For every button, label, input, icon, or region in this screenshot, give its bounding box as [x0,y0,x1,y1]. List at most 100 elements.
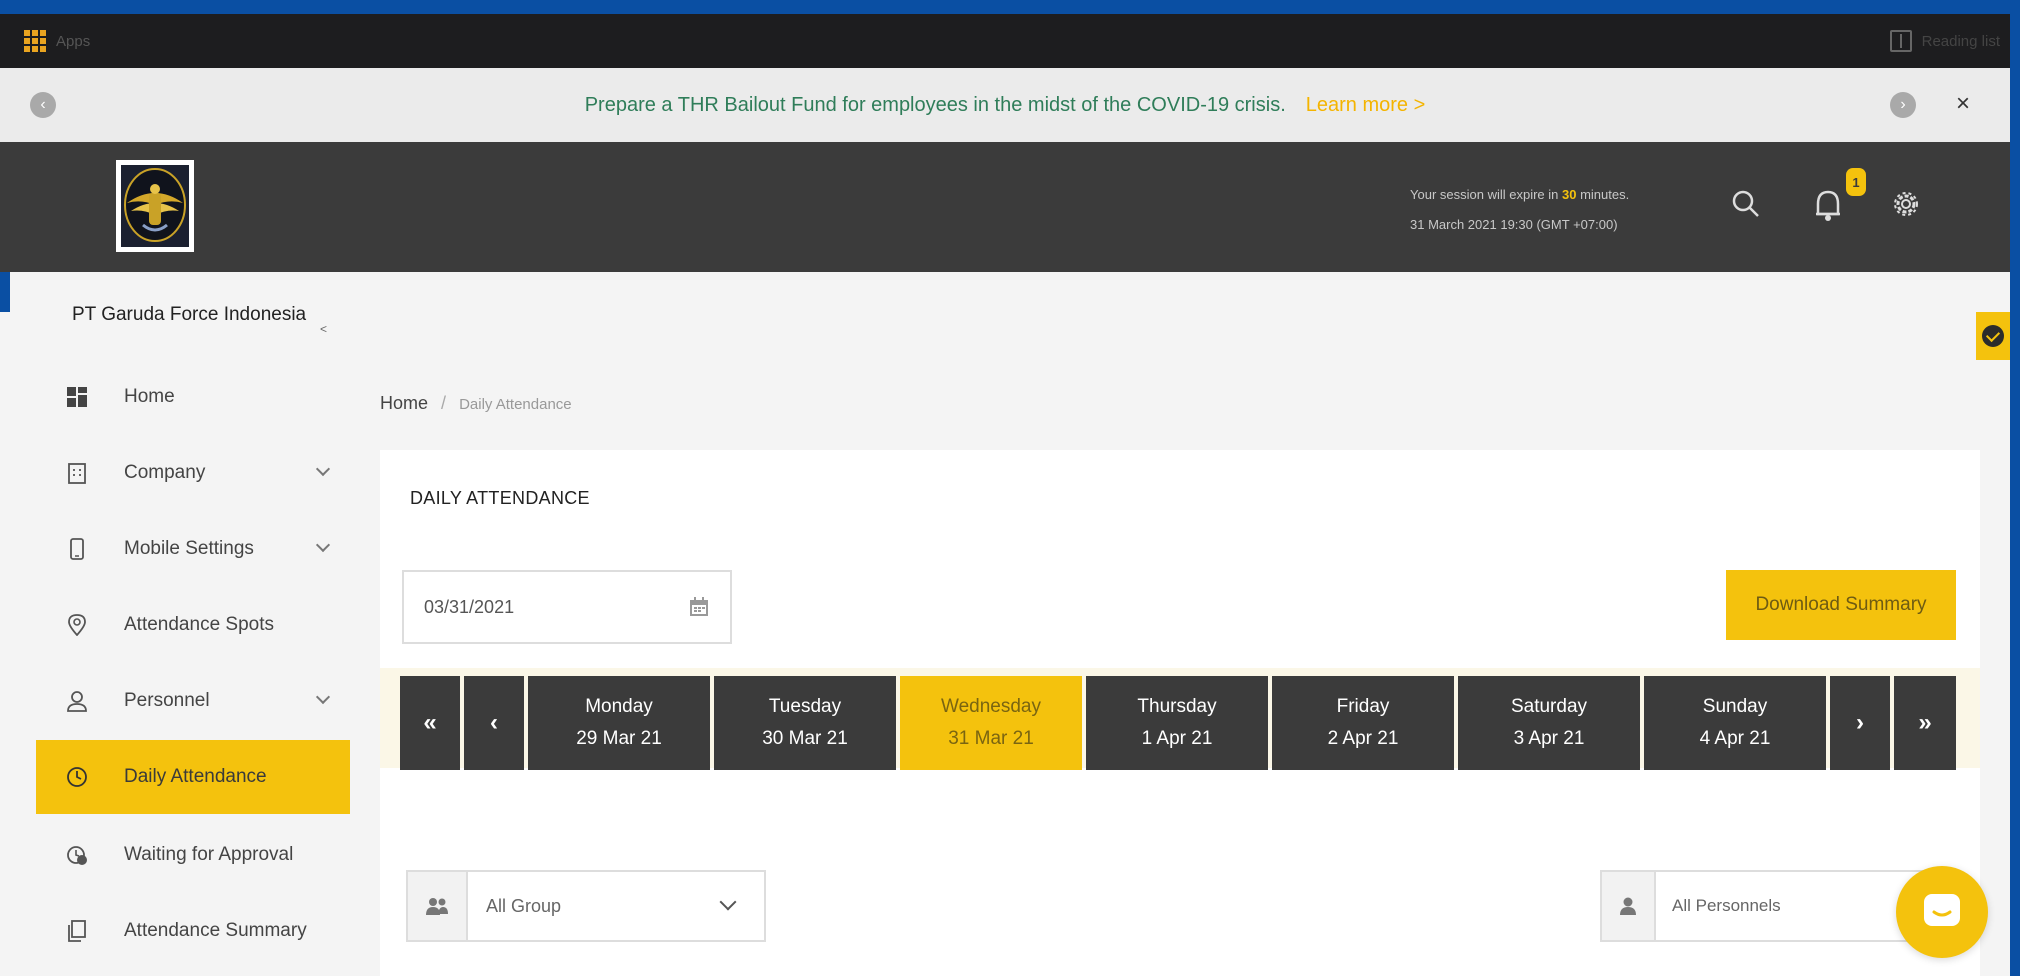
search-icon[interactable] [1726,182,1766,226]
day-name: Thursday [1137,696,1217,717]
mobile-icon [66,538,88,560]
app-header: Your session will expire in 30 minutes. … [0,142,2010,272]
day-tab-friday[interactable]: Friday 2 Apr 21 [1272,676,1454,770]
company-logo[interactable] [116,160,194,252]
sidebar-item-daily-attendance[interactable]: Daily Attendance [36,740,350,814]
week-navigator: « ‹ Monday 29 Mar 21 Tuesday 30 Mar 21 W… [380,668,1980,770]
sidebar-item-label: Home [124,386,175,407]
sidebar-item-mobile-settings[interactable]: Mobile Settings [36,512,350,586]
user-icon [1620,897,1636,915]
first-week-button[interactable]: « [400,676,460,770]
sidebar-item-waiting-for-approval[interactable]: Waiting for Approval [36,818,350,892]
bookmark-bar: Apps Reading list [0,14,2010,68]
learn-more-link[interactable]: Learn more > [1306,94,1426,117]
checklist-tab[interactable] [1976,312,2010,360]
sidebar-item-company[interactable]: Company [36,436,350,510]
sidebar: PT Garuda Force Indonesia < Home Company… [10,272,360,976]
sidebar-item-label: Attendance Summary [124,920,307,941]
chevron-down-icon [315,689,331,705]
session-datetime: 31 March 2021 19:30 (GMT +07:00) [1410,217,1618,232]
date-field-value: 03/31/2021 [424,596,515,617]
sidebar-item-label: Mobile Settings [124,538,254,559]
window-frame-top [0,0,2020,14]
day-date: 4 Apr 21 [1699,728,1771,749]
check-circle-icon [1982,325,2004,347]
day-date: 3 Apr 21 [1513,728,1585,749]
window-frame-right [2010,0,2020,976]
sidebar-collapse-button[interactable]: < [320,322,327,336]
page-title: DAILY ATTENDANCE [410,488,590,508]
sidebar-item-label: Waiting for Approval [124,844,294,865]
reading-list-icon [1889,30,1912,52]
chevron-down-icon [315,537,331,553]
reading-list-button[interactable]: Reading list [1889,30,2000,52]
day-tab-tuesday[interactable]: Tuesday 30 Mar 21 [714,676,896,770]
sidebar-item-personnel[interactable]: Personnel [36,664,350,738]
last-week-button[interactable]: » [1894,676,1956,770]
day-name: Friday [1336,696,1390,717]
day-date: 29 Mar 21 [576,728,662,749]
announcement-banner: ‹ Prepare a THR Bailout Fund for employe… [0,68,2010,142]
announcement-text: Prepare a THR Bailout Fund for employees… [584,93,1286,116]
notification-badge: 1 [1846,168,1866,196]
clock-icon [66,766,88,788]
chevron-down-icon [719,893,737,911]
breadcrumb: Home / Daily Attendance [380,393,572,414]
day-name: Tuesday [768,696,842,717]
next-week-button[interactable]: › [1830,676,1890,770]
day-date: 2 Apr 21 [1327,728,1399,749]
location-pin-icon [66,614,88,636]
gear-icon[interactable] [1886,182,1926,226]
announcement-next-button[interactable]: › [1890,92,1916,118]
day-tab-monday[interactable]: Monday 29 Mar 21 [528,676,710,770]
announcement-prev-button[interactable]: ‹ [30,92,56,118]
apps-grid-icon[interactable] [24,30,46,52]
download-summary-button[interactable]: Download Summary [1726,570,1956,640]
day-name: Saturday [1510,696,1588,717]
day-tab-thursday[interactable]: Thursday 1 Apr 21 [1086,676,1268,770]
day-name: Monday [585,696,653,717]
copy-icon [66,920,88,942]
building-icon [66,462,88,484]
prev-week-button[interactable]: ‹ [464,676,524,770]
sidebar-item-label: Company [124,462,206,483]
close-icon[interactable]: × [1956,90,1970,118]
daily-attendance-card: DAILY ATTENDANCE 03/31/2021 Download Sum… [380,450,1980,976]
sidebar-item-attendance-summary[interactable]: Attendance Summary [36,894,350,968]
group-select-value: All Group [486,896,562,916]
day-tab-wednesday[interactable]: Wednesday 31 Mar 21 [900,676,1082,770]
sidebar-item-label: Attendance Spots [124,614,274,635]
chevron-down-icon [315,461,331,477]
window-frame-left [0,270,10,312]
day-tab-sunday[interactable]: Sunday 4 Apr 21 [1644,676,1826,770]
company-name: PT Garuda Force Indonesia [72,304,307,325]
session-expiry: Your session will expire in 30 minutes. [1410,187,1630,202]
chat-button[interactable] [1896,866,1988,958]
reading-list-label: Reading list [1921,32,2000,50]
group-addon [408,872,468,940]
day-date: 1 Apr 21 [1141,728,1213,749]
personnel-addon [1602,872,1656,940]
garuda-emblem-icon [121,165,189,247]
day-tab-saturday[interactable]: Saturday 3 Apr 21 [1458,676,1640,770]
clock-pending-icon [66,844,88,866]
personnel-select[interactable]: All Personnels [1600,870,1940,942]
breadcrumb-current: Daily Attendance [459,396,572,413]
bell-icon[interactable] [1808,182,1848,226]
sidebar-item-home[interactable]: Home [36,360,350,434]
day-date: 31 Mar 21 [948,728,1034,749]
session-minutes: 30 [1561,187,1577,202]
sidebar-item-attendance-spots[interactable]: Attendance Spots [36,588,350,662]
sidebar-item-label: Personnel [124,690,210,711]
breadcrumb-separator: / [441,393,447,413]
dashboard-icon [66,386,88,408]
apps-label[interactable]: Apps [56,33,90,50]
day-name: Wednesday [941,696,1041,717]
group-select[interactable]: All Group [406,870,766,942]
date-field[interactable]: 03/31/2021 [402,570,732,644]
breadcrumb-home[interactable]: Home [380,393,428,413]
users-icon [426,898,448,915]
day-name: Sunday [1702,696,1768,717]
calendar-icon[interactable] [688,596,710,618]
day-date: 30 Mar 21 [762,728,848,749]
